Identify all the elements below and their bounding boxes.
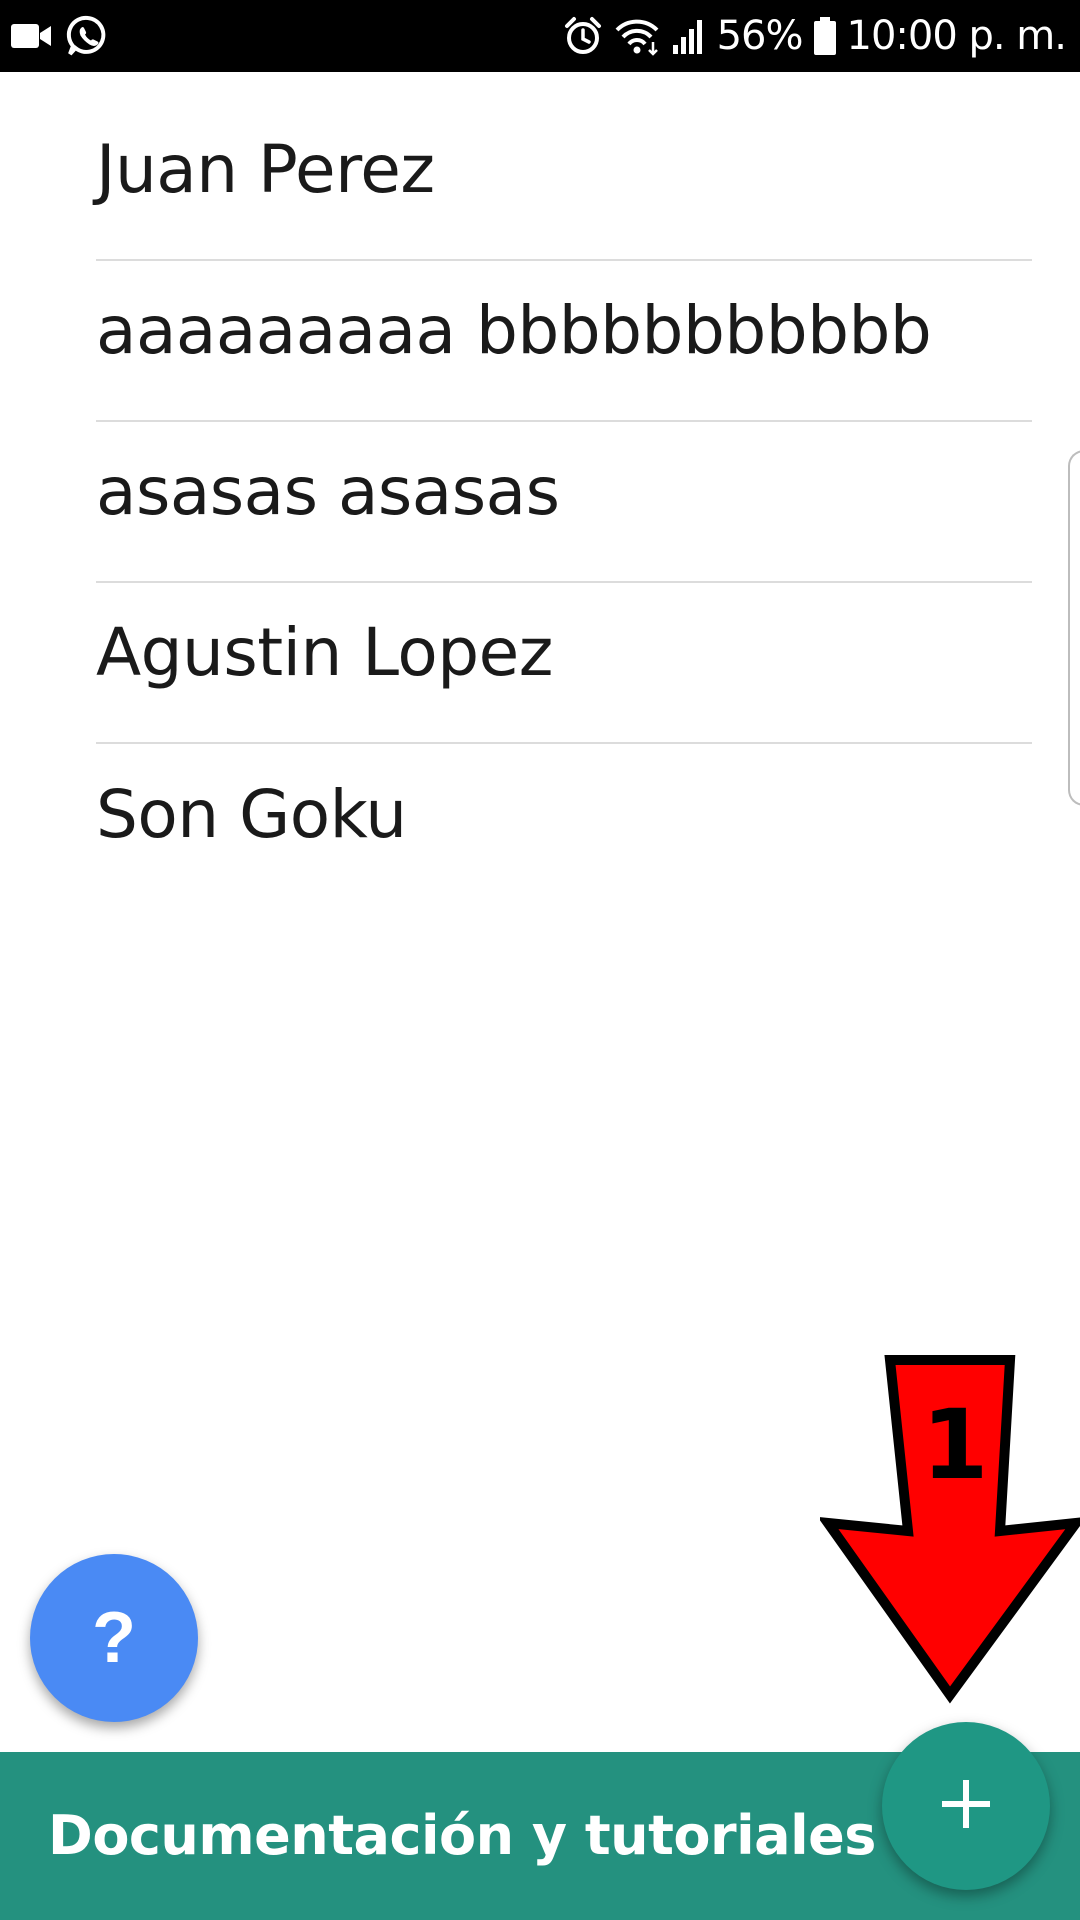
wifi-icon	[613, 16, 661, 56]
help-label: ?	[92, 1598, 136, 1678]
whatsapp-icon	[66, 14, 110, 58]
battery-icon	[813, 16, 837, 56]
status-system-icons: 56% 10:00 p. m.	[563, 10, 1067, 62]
contact-name: Agustin Lopez	[96, 614, 553, 691]
status-notification-icons	[10, 14, 110, 58]
contact-name: asasas asasas	[96, 453, 560, 530]
contact-list: Juan Perez aaaaaaaaa bbbbbbbbbbb asasas …	[96, 100, 1032, 905]
list-item[interactable]: Agustin Lopez	[96, 583, 1032, 744]
list-item[interactable]: Juan Perez	[96, 100, 1032, 261]
help-button[interactable]: ?	[30, 1554, 198, 1722]
annotation-number: 1	[921, 1389, 989, 1501]
list-item[interactable]: aaaaaaaaa bbbbbbbbbbb	[96, 261, 1032, 422]
status-time: 10:00 p. m.	[846, 13, 1067, 59]
contact-name: Son Goku	[96, 776, 407, 853]
documentation-link[interactable]: Documentación y tutoriales	[48, 1752, 876, 1920]
plus-icon	[938, 1776, 994, 1837]
add-contact-button[interactable]	[882, 1722, 1050, 1890]
signal-icon	[671, 17, 707, 55]
contact-name: Juan Perez	[96, 131, 435, 208]
contact-name: aaaaaaaaa bbbbbbbbbbb	[96, 292, 932, 369]
list-item[interactable]: Son Goku	[96, 744, 1032, 905]
battery-percent: 56%	[716, 13, 804, 59]
list-item[interactable]: asasas asasas	[96, 422, 1032, 583]
status-bar: 56% 10:00 p. m.	[0, 0, 1080, 72]
alarm-icon	[563, 16, 603, 56]
video-camera-icon	[10, 22, 52, 50]
fast-scroll-handle[interactable]	[1068, 450, 1080, 806]
